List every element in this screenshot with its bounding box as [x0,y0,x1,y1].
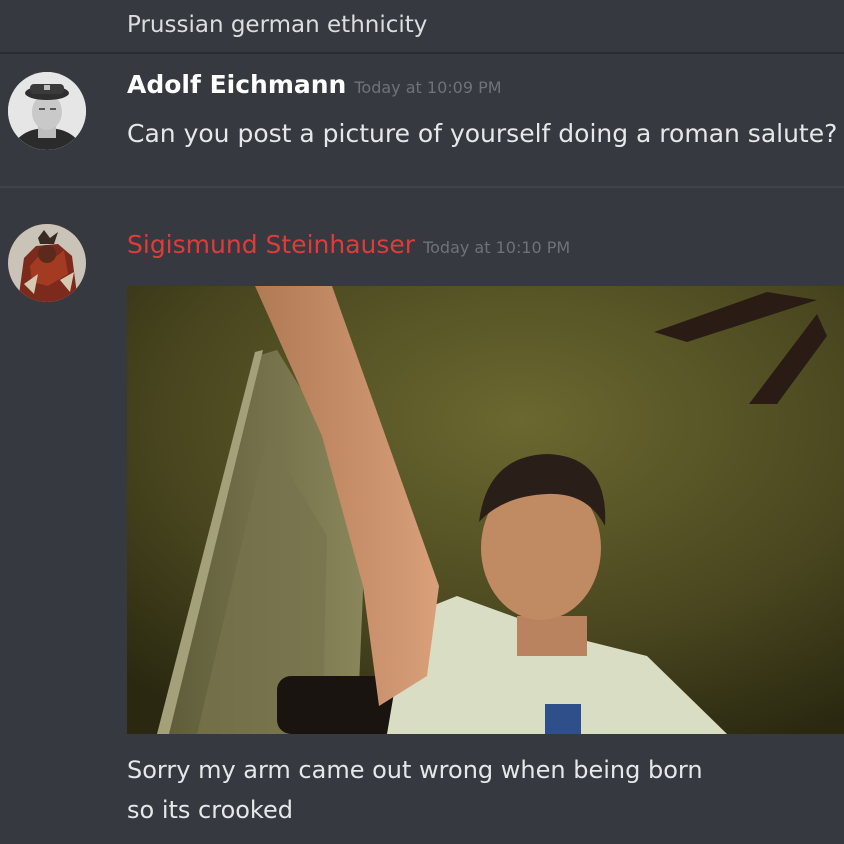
message-text: Can you post a picture of yourself doing… [127,119,838,148]
image-attachment[interactable] [127,286,844,734]
avatar-image [8,224,86,302]
message-text: Sorry my arm came out wrong when being b… [127,750,703,830]
avatar-image [8,72,86,150]
previous-message: Prussian german ethnicity [0,0,844,54]
message-item: Adolf Eichmann Today at 10:09 PM Can you … [0,56,844,184]
caption-line: Sorry my arm came out wrong when being b… [127,756,703,784]
caption-line: so its crooked [127,796,293,824]
message-header: Sigismund Steinhauser Today at 10:10 PM [127,230,570,259]
chat-area: Prussian german ethnicity Adolf Eichmann… [0,0,844,844]
message-divider [0,186,844,188]
attachment-image [127,286,844,734]
avatar[interactable] [8,72,86,150]
message-text: Prussian german ethnicity [127,12,428,38]
message-header: Adolf Eichmann Today at 10:09 PM [127,70,502,99]
username[interactable]: Adolf Eichmann [127,70,346,99]
username[interactable]: Sigismund Steinhauser [127,230,415,259]
avatar[interactable] [8,224,86,302]
timestamp: Today at 10:10 PM [423,238,571,257]
message-item: Sigismund Steinhauser Today at 10:10 PM [0,190,844,844]
timestamp: Today at 10:09 PM [354,78,502,97]
